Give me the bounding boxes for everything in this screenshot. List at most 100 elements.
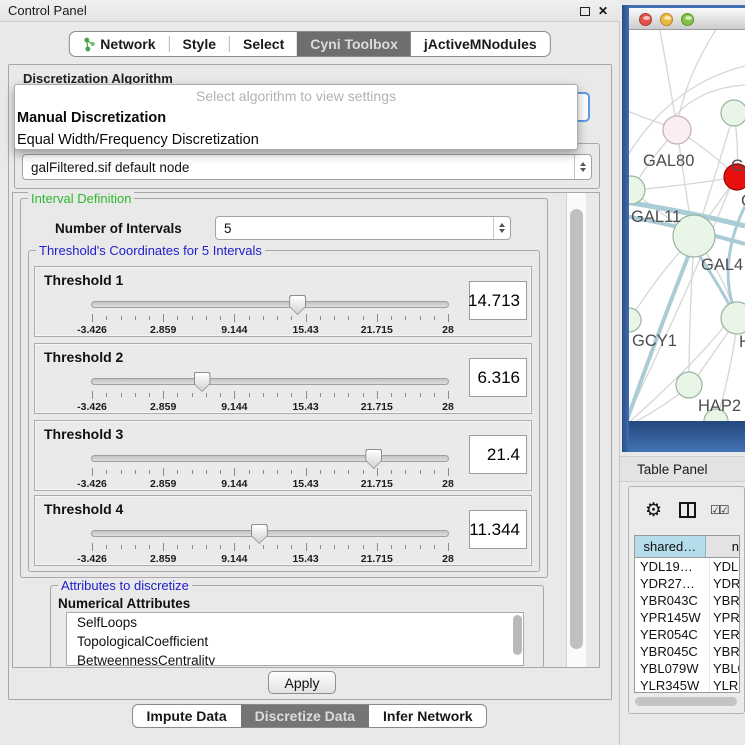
top-tabbar: NetworkStyle Select Cyni Toolbox jActiveMNo… [68,31,550,57]
dropdown-item-equal-width-frequency-discretization[interactable]: Equal Width/Frequency Discretization [15,129,577,150]
slider-track[interactable] [91,455,449,462]
node-table: shared… n YDL19…YDL1YDR27…YDR2YBR043CYBR… [634,535,740,693]
cell-name[interactable]: YBR0 [710,643,739,660]
tab-jactivemnodules[interactable]: jActiveMNodules [411,32,550,56]
cell-shared-name[interactable]: YLR345W [635,677,710,693]
zoom-traffic-light-icon[interactable] [681,13,694,26]
network-node[interactable] [663,116,691,144]
float-window-icon[interactable] [580,7,590,16]
network-node[interactable] [721,302,745,334]
cell-shared-name[interactable]: YDL19… [635,558,710,575]
tab-network[interactable]: Network [69,32,168,56]
close-icon[interactable]: ✕ [598,5,608,17]
attribute-item-topologicalcoefficient[interactable]: TopologicalCoefficient [67,632,523,651]
table-row[interactable]: YBR045CYBR0 [635,643,739,660]
slider-thumb[interactable] [194,372,211,392]
cell-name[interactable]: YDR2 [710,575,739,592]
network-canvas[interactable]: GAL80GACGAL11GAL4GCY1HHAP2 [629,30,745,421]
tick-label: 9.144 [221,324,247,336]
table-row[interactable]: YLR345WYLR3 [635,677,739,693]
threshold-value-box[interactable]: 14.713 [469,281,527,320]
columns-icon[interactable] [679,502,696,518]
slider-track[interactable] [91,378,449,385]
horizontal-scrollbar[interactable] [635,697,741,707]
threshold-slider[interactable]: -3.4262.8599.14415.4321.71528 [91,451,449,489]
threshold-slider[interactable]: -3.4262.8599.14415.4321.71528 [91,297,449,335]
threshold-panel: Threshold 1 -3.4262.8599.14415.4321.7152… [34,266,532,337]
table-row[interactable]: YDR27…YDR2 [635,575,739,592]
table-row[interactable]: YPR145WYPR1 [635,609,739,626]
threshold-panel: Threshold 4 -3.4262.8599.14415.4321.7152… [34,495,532,566]
slider-track[interactable] [91,301,449,308]
tab-style[interactable]: Style [170,32,229,56]
vertical-scrollbar[interactable] [566,193,586,667]
cell-shared-name[interactable]: YBR043C [635,592,710,609]
cell-name[interactable]: YDL1 [710,558,739,575]
attribute-item-selfloops[interactable]: SelfLoops [67,613,523,632]
combo-stepper-icon[interactable] [493,217,510,239]
network-node[interactable] [721,100,745,126]
table-row[interactable]: YBR043CYBR0 [635,592,739,609]
threshold-value-box[interactable]: 11.344 [469,510,527,549]
cell-shared-name[interactable]: YPR145W [635,609,710,626]
tab-label: jActiveMNodules [424,36,537,52]
dropdown-prompt[interactable]: Select algorithm to view settings [15,85,577,107]
network-window-titlebar[interactable] [629,8,745,30]
network-node[interactable] [629,308,641,332]
table-data-combobox[interactable]: galFiltered.sif default node [22,154,592,180]
apply-button[interactable]: Apply [268,671,336,694]
minimize-traffic-light-icon[interactable] [660,13,673,26]
dropdown-item-manual-discretization[interactable]: Manual Discretization [15,107,577,129]
horizontal-scrollbar-thumb[interactable] [635,697,737,706]
cell-name[interactable]: YBL0 [710,660,739,677]
threshold-label: Threshold 2 [44,349,123,365]
attribute-item-betweennesscentrality[interactable]: BetweennessCentrality [67,651,523,666]
threshold-value-box[interactable]: 21.4 [469,435,527,474]
tab-select[interactable]: Select [230,32,297,56]
slider-thumb[interactable] [365,449,382,469]
network-node[interactable] [676,372,702,398]
slider-track[interactable] [91,530,449,537]
column-header-shared-name[interactable]: shared… [635,536,706,557]
slider-thumb[interactable] [289,295,306,315]
slider-ticks [91,468,449,477]
cell-name[interactable]: YLR3 [710,677,739,693]
vertical-scrollbar-thumb[interactable] [570,209,583,649]
threshold-slider[interactable]: -3.4262.8599.14415.4321.71528 [91,374,449,412]
cell-shared-name[interactable]: YBL079W [635,660,710,677]
tab-discretize-data[interactable]: Discretize Data [241,705,369,727]
cell-name[interactable]: YBR0 [710,592,739,609]
tab-infer-network[interactable]: Infer Network [369,705,486,727]
network-edge [679,30,719,116]
gear-icon[interactable]: ⚙ [645,501,662,520]
column-header-name[interactable]: n [706,536,739,557]
list-scrollbar-thumb[interactable] [513,615,522,655]
tab-cyni-toolbox[interactable]: Cyni Toolbox [297,32,411,56]
slider-tick-labels: -3.4262.8599.14415.4321.71528 [91,553,449,565]
cell-shared-name[interactable]: YDR27… [635,575,710,592]
cell-shared-name[interactable]: YBR045C [635,643,710,660]
threshold-label: Threshold 4 [44,501,123,517]
number-of-intervals-combobox[interactable]: 5 [215,216,511,240]
tab-label: Select [243,36,284,52]
interval-definition-title: Interval Definition [28,191,134,206]
threshold-value-box[interactable]: 6.316 [469,358,527,397]
tick-label: 2.859 [150,324,176,336]
slider-thumb[interactable] [251,524,268,544]
close-traffic-light-icon[interactable] [639,13,652,26]
threshold-slider[interactable]: -3.4262.8599.14415.4321.71528 [91,526,449,564]
table-panel-header: Table Panel [620,456,745,482]
table-row[interactable]: YBL079WYBL0 [635,660,739,677]
checkboxes-icon[interactable]: ☑☑ [710,503,728,517]
cell-name[interactable]: YER0 [710,626,739,643]
table-row[interactable]: YER054CYER0 [635,626,739,643]
cell-shared-name[interactable]: YER054C [635,626,710,643]
threshold-panel: Threshold 3 -3.4262.8599.14415.4321.7152… [34,420,532,491]
combo-stepper-icon[interactable] [574,155,591,179]
table-row[interactable]: YDL19…YDL1 [635,558,739,575]
cell-name[interactable]: YPR1 [710,609,739,626]
table-header-row: shared… n [635,536,739,558]
slider-tick-labels: -3.4262.8599.14415.4321.71528 [91,401,449,413]
tab-impute-data[interactable]: Impute Data [133,705,241,727]
numerical-attributes-list[interactable]: SelfLoopsTopologicalCoefficientBetweenne… [66,612,524,666]
